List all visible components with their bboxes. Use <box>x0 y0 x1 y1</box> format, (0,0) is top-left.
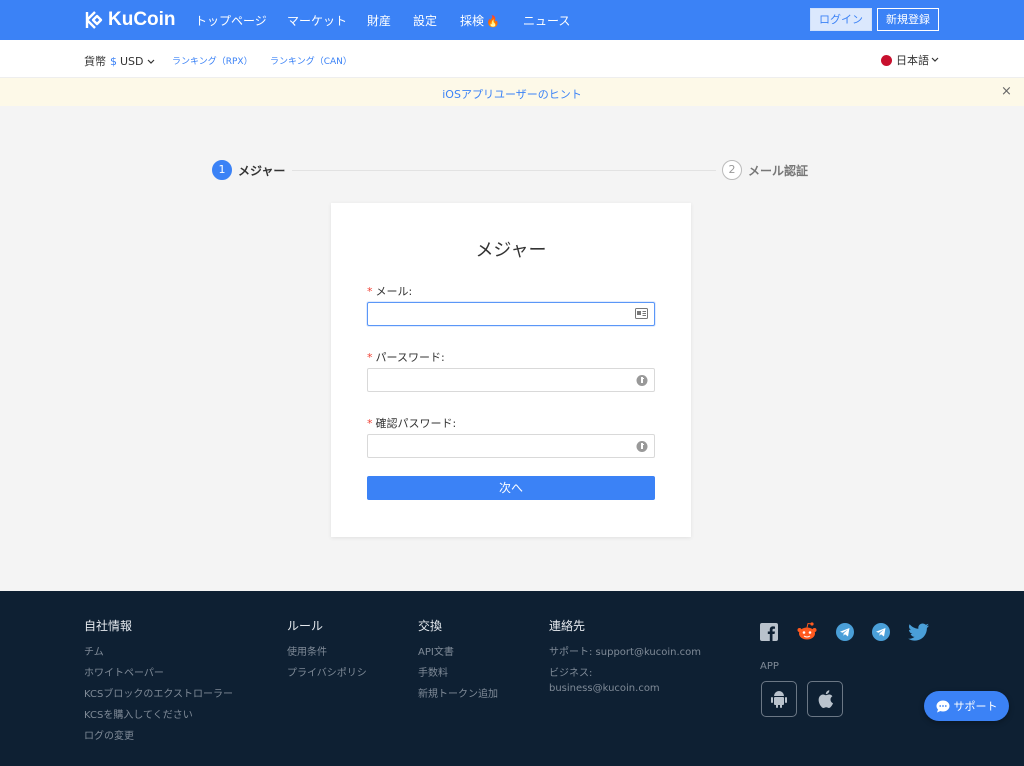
password-input[interactable] <box>376 370 626 392</box>
footer-link-kcs-explorer[interactable]: KCSブロックのエクストローラー <box>84 687 234 702</box>
footer-exchange-title: 交換 <box>418 619 443 633</box>
close-icon[interactable]: × <box>1001 84 1012 99</box>
currency-selector[interactable]: 貨幣 $ USD <box>84 53 155 69</box>
footer-link-whitepaper[interactable]: ホワイトペーパー <box>84 666 234 681</box>
footer-link-terms[interactable]: 使用条件 <box>287 645 367 660</box>
footer-link-fees[interactable]: 手数料 <box>418 666 498 681</box>
japan-flag-icon <box>881 54 892 66</box>
footer-link-buy-kcs[interactable]: KCSを購入してください <box>84 708 234 723</box>
app-label: APP <box>760 661 779 672</box>
footer-business-email[interactable]: business@kucoin.com <box>549 681 719 696</box>
step-connector <box>292 170 716 171</box>
nav-market[interactable]: マーケット <box>287 12 347 29</box>
footer-exchange: 交換 API文書 手数料 新規トークン追加 <box>418 617 498 708</box>
footer-link-privacy[interactable]: プライバシポリシ <box>287 666 367 681</box>
android-icon <box>771 691 787 708</box>
email-field[interactable] <box>367 302 655 326</box>
password-label-text: パースワード: <box>375 351 445 364</box>
register-form-card: メジャー * メール: * パースワード: * 確認パスワード: 次へ <box>331 203 691 537</box>
top-navigation: KuCoin トップページ マーケット 財産 設定 採検 🔥 ニュース ログイン … <box>0 0 1024 40</box>
chevron-down-icon <box>931 57 939 62</box>
nav-settings[interactable]: 設定 <box>413 12 437 29</box>
kucoin-logo[interactable]: KuCoin <box>84 9 176 31</box>
footer-link-team[interactable]: チム <box>84 645 234 660</box>
confirm-password-label-text: 確認パスワード: <box>375 417 457 430</box>
email-label: * メール: <box>367 283 412 299</box>
footer-contact: 連絡先 サポート: support@kucoin.com ビジネス: busin… <box>549 617 719 702</box>
ios-app-button[interactable] <box>807 681 843 717</box>
footer-link-new-token[interactable]: 新規トークン追加 <box>418 687 498 702</box>
confirm-password-field[interactable] <box>367 434 655 458</box>
footer-support-email[interactable]: サポート: support@kucoin.com <box>549 645 719 660</box>
required-mark: * <box>367 351 373 364</box>
twitter-icon[interactable] <box>908 623 930 641</box>
reddit-icon[interactable] <box>796 621 818 641</box>
fire-icon: 🔥 <box>486 15 500 28</box>
apple-icon <box>818 690 833 709</box>
key-icon <box>636 441 648 452</box>
footer-link-changelog[interactable]: ログの変更 <box>84 729 234 744</box>
footer-rules-title: ルール <box>287 619 324 633</box>
footer-contact-title: 連絡先 <box>549 619 586 633</box>
contact-card-icon <box>635 308 648 319</box>
nav-explore[interactable]: 採検 🔥 <box>460 12 500 29</box>
footer-business-label: ビジネス: <box>549 668 593 679</box>
ranking-rpx-link[interactable]: ランキング（RPX） <box>172 54 253 67</box>
step-number: 2 <box>722 160 742 180</box>
currency-label: 貨幣 <box>84 55 106 68</box>
footer: 自社情報 チム ホワイトペーパー KCSブロックのエクストローラー KCSを購入… <box>0 591 1024 766</box>
required-mark: * <box>367 285 373 298</box>
currency-symbol: $ <box>110 55 117 68</box>
nav-news[interactable]: ニュース <box>523 12 570 29</box>
ranking-can-link[interactable]: ランキング（CAN） <box>270 54 352 67</box>
step-register: 1 メジャー <box>212 160 285 180</box>
chevron-down-icon <box>147 59 155 64</box>
email-label-text: メール: <box>375 285 413 298</box>
password-field[interactable] <box>367 368 655 392</box>
step-label: メジャー <box>238 163 286 178</box>
form-title: メジャー <box>475 240 547 261</box>
support-label: サポート <box>953 700 998 713</box>
ios-notice-bar: iOSアプリユーザーのヒント × <box>0 78 1024 106</box>
android-app-button[interactable] <box>761 681 797 717</box>
language-value: 日本語 <box>896 54 929 67</box>
telegram-icon[interactable] <box>836 623 854 641</box>
step-number: 1 <box>212 160 232 180</box>
language-selector[interactable]: 日本語 <box>881 52 939 68</box>
step-label: メール認証 <box>748 163 809 178</box>
nav-assets[interactable]: 財産 <box>367 12 391 29</box>
key-icon <box>636 375 648 386</box>
email-input[interactable] <box>376 304 626 326</box>
confirm-password-label: * 確認パスワード: <box>367 415 456 431</box>
next-button[interactable]: 次へ <box>367 476 655 500</box>
facebook-icon[interactable] <box>760 623 778 641</box>
footer-about: 自社情報 チム ホワイトペーパー KCSブロックのエクストローラー KCSを購入… <box>84 617 234 750</box>
currency-value: USD <box>120 55 144 68</box>
nav-explore-label: 採検 <box>460 14 485 28</box>
logo-text: KuCoin <box>108 9 176 30</box>
telegram-icon[interactable] <box>872 623 890 641</box>
required-mark: * <box>367 417 373 430</box>
register-button[interactable]: 新規登録 <box>877 8 939 31</box>
support-chat-button[interactable]: サポート <box>924 691 1009 721</box>
kucoin-logo-icon <box>85 11 103 29</box>
footer-rules: ルール 使用条件 プライバシポリシ <box>287 617 367 687</box>
password-label: * パースワード: <box>367 349 445 365</box>
ios-notice-link[interactable]: iOSアプリユーザーのヒント <box>0 86 1024 102</box>
confirm-password-input[interactable] <box>376 436 626 458</box>
chat-bubble-icon <box>936 700 949 712</box>
step-email-verification: 2 メール認証 <box>722 160 808 180</box>
sub-bar: 貨幣 $ USD ランキング（RPX） ランキング（CAN） 日本語 <box>0 40 1024 78</box>
footer-about-title: 自社情報 <box>84 619 133 633</box>
footer-link-api-docs[interactable]: API文書 <box>418 645 498 660</box>
login-button[interactable]: ログイン <box>810 8 872 31</box>
nav-top-page[interactable]: トップページ <box>195 12 267 29</box>
